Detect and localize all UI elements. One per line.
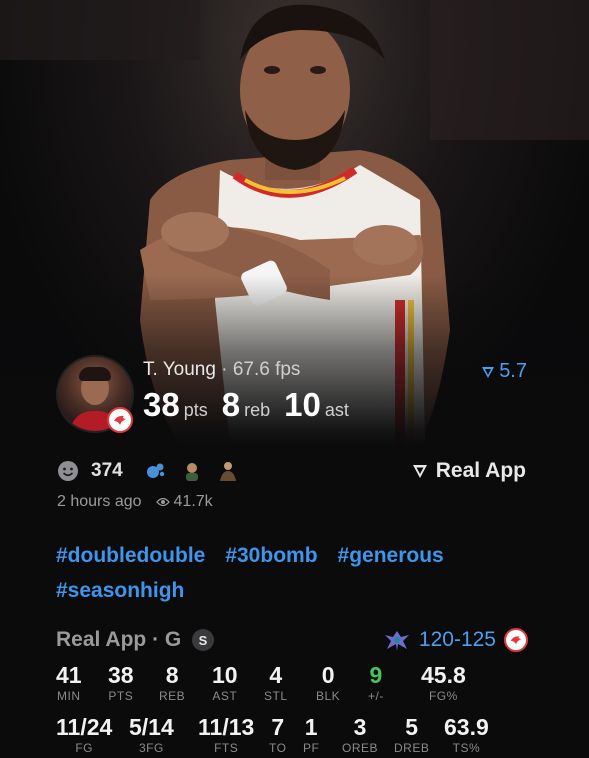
reb-box-label: REB <box>159 689 186 703</box>
rating-badge[interactable]: 5.7 <box>481 360 527 383</box>
real-app-link[interactable]: Real App <box>412 459 526 483</box>
real-logo-icon <box>412 465 427 478</box>
fg-pct-label: FG% <box>428 689 458 703</box>
splash-reaction-icon[interactable] <box>143 458 169 484</box>
3fg-label: 3FG <box>138 741 164 755</box>
eye-icon <box>155 497 170 507</box>
fg-label: FG <box>75 741 93 755</box>
stl-value: 4 <box>269 662 283 688</box>
ast-value: 10 <box>284 386 321 423</box>
pf-value: 1 <box>304 714 318 740</box>
pts-box-value: 38 <box>108 662 134 688</box>
post-meta: 2 hours ago 41.7k <box>57 493 213 511</box>
blk-value: 0 <box>321 662 335 688</box>
plus-minus-label: +/- <box>368 689 384 703</box>
fg-value: 11/24 <box>56 714 113 740</box>
rating-value: 5.7 <box>499 360 527 382</box>
plus-minus-value: 9 <box>369 662 383 688</box>
oreb-label: OREB <box>342 741 379 755</box>
smile-reaction-icon[interactable] <box>55 458 81 484</box>
ast-unit: ast <box>324 400 349 420</box>
hawks-logo-icon <box>107 407 133 433</box>
fantasy-points: 67.6 fps <box>232 359 301 380</box>
hornets-logo-icon <box>384 631 409 651</box>
pf-label: PF <box>303 741 320 755</box>
dreb-label: DREB <box>394 741 430 755</box>
game-score: 120-125 <box>418 628 496 651</box>
ts-pct-value: 63.9 <box>444 714 489 740</box>
blk-label: BLK <box>316 689 341 703</box>
fan-reaction-icon[interactable] <box>179 458 205 484</box>
hashtag[interactable]: #seasonhigh <box>56 579 184 602</box>
hashtag[interactable]: #generous <box>338 544 444 567</box>
to-label: TO <box>269 741 287 755</box>
fg-pct-value: 45.8 <box>421 662 466 688</box>
ts-pct-label: TS% <box>452 741 481 755</box>
separator: · <box>221 359 228 380</box>
real-arrow-icon <box>482 366 495 378</box>
3fg-value: 5/14 <box>129 714 174 740</box>
reb-box-value: 8 <box>165 662 179 688</box>
statline: 38 pts 8 reb 10 ast <box>143 386 363 424</box>
player-name[interactable]: T. Young <box>143 359 216 380</box>
real-app-label: Real App <box>435 459 526 482</box>
game-source: Real App · G <box>56 628 182 651</box>
view-count: 41.7k <box>173 493 213 510</box>
player-header: T. Young · 67.6 fps <box>143 359 300 381</box>
game-header[interactable]: Real App · G S 120-125 <box>56 627 528 655</box>
reb-unit: reb <box>244 400 271 420</box>
reactions-bar: 374 <box>55 458 241 484</box>
box-score-row-1: 41 MIN 38 PTS 8 REB 10 AST 4 STL 0 BLK 9 +/- 45… <box>56 662 516 706</box>
box-score-row-2: 11/24 FG 5/14 3FG 11/13 FTS 7 TO 1 PF 3 OREB 5… <box>56 714 516 758</box>
stl-label: STL <box>264 689 288 703</box>
fts-value: 11/13 <box>198 714 255 740</box>
reaction-count[interactable]: 374 <box>91 460 123 482</box>
pts-value: 38 <box>143 386 180 423</box>
oreb-value: 3 <box>353 714 367 740</box>
flex-reaction-icon[interactable] <box>215 458 241 484</box>
pts-unit: pts <box>183 400 208 420</box>
hashtags: #doubledouble #30bomb #generous #seasonhig… <box>56 538 536 608</box>
hashtag[interactable]: #doubledouble <box>56 544 205 567</box>
min-label: MIN <box>57 689 81 703</box>
ast-box-label: AST <box>212 689 238 703</box>
pts-box-label: PTS <box>108 689 134 703</box>
hawks-small-logo-icon <box>504 628 528 652</box>
hashtag[interactable]: #30bomb <box>225 544 317 567</box>
fts-label: FTS <box>214 741 239 755</box>
to-value: 7 <box>271 714 285 740</box>
reb-value: 8 <box>221 386 241 423</box>
ast-box-value: 10 <box>212 662 238 688</box>
dreb-value: 5 <box>405 714 419 740</box>
time-ago: 2 hours ago <box>57 493 142 510</box>
season-badge: S <box>192 629 214 651</box>
min-value: 41 <box>56 662 82 688</box>
